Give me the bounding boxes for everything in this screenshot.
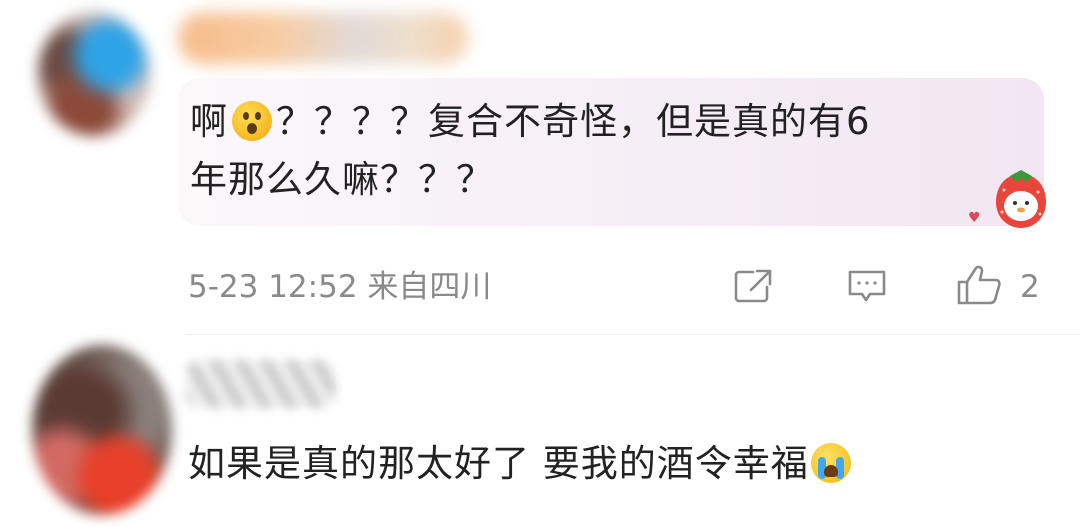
comment-text-segment: 如果是真的那太好了 要我的酒令幸福 bbox=[188, 442, 809, 485]
astonished-face-emoji-icon bbox=[232, 101, 272, 141]
username-blurred[interactable] bbox=[185, 360, 335, 408]
comment-thread: 啊 ？？？？复合不奇怪，但是真的有6 年那么久嘛？？？ ♥ 5-23 12:52 … bbox=[0, 0, 1080, 527]
comment-text-segment: 啊 bbox=[190, 100, 228, 143]
comment-text-segment: ？？？？复合不奇怪，但是真的有6 bbox=[276, 100, 871, 143]
strawberry-sticker-icon bbox=[996, 170, 1046, 228]
comment-text-line: 啊 ？？？？复合不奇怪，但是真的有6 bbox=[190, 92, 871, 152]
divider bbox=[186, 334, 1080, 335]
thumbs-up-icon[interactable] bbox=[956, 264, 1002, 306]
comment-icon[interactable] bbox=[846, 268, 888, 304]
loudly-crying-face-emoji-icon bbox=[810, 443, 851, 483]
heart-icon: ♥ bbox=[968, 210, 981, 226]
comment-text-line: 年那么久嘛？？？ bbox=[190, 158, 494, 201]
comment-timestamp: 5-23 12:52 来自四川 bbox=[188, 269, 492, 305]
username-blurred[interactable] bbox=[178, 12, 468, 64]
share-icon[interactable] bbox=[733, 268, 773, 304]
avatar[interactable] bbox=[38, 12, 150, 136]
like-count: 2 bbox=[1020, 269, 1040, 305]
comment-text-line: 如果是真的那太好了 要我的酒令幸福 bbox=[188, 434, 851, 494]
avatar[interactable] bbox=[32, 345, 172, 515]
